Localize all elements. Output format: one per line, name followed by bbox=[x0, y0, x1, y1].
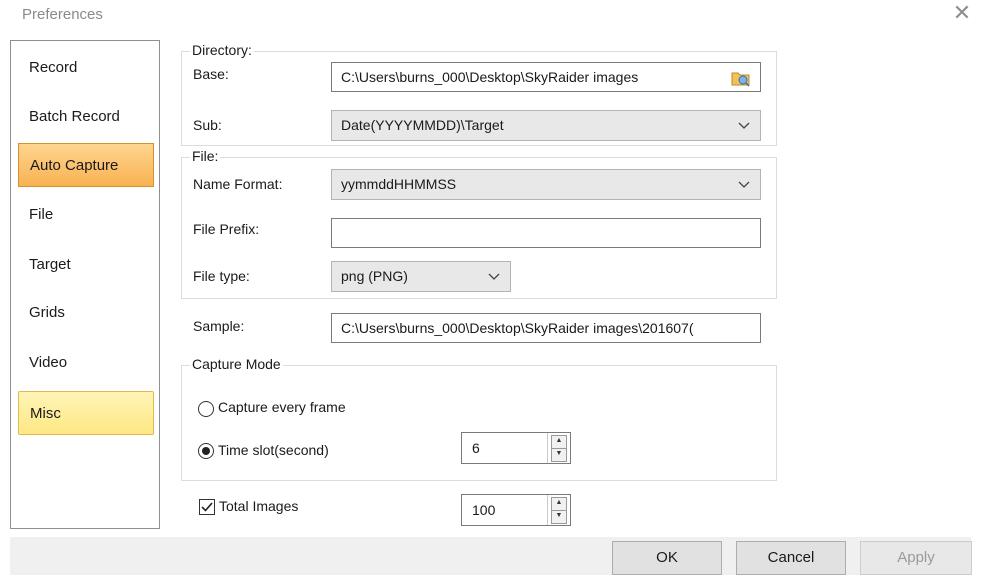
total-images-value: 100 bbox=[472, 502, 496, 518]
capture-every-frame-label[interactable]: Capture every frame bbox=[218, 399, 346, 415]
close-icon[interactable]: ✕ bbox=[950, 0, 974, 26]
name-format-value: yymmddHHMMSS bbox=[341, 176, 457, 192]
spinner-arrows: ▲ ▼ bbox=[547, 433, 570, 463]
chevron-down-icon bbox=[738, 111, 750, 130]
file-type-value: png (PNG) bbox=[341, 268, 408, 284]
sidebar-item-target[interactable]: Target bbox=[18, 243, 154, 287]
spin-up-icon[interactable]: ▲ bbox=[551, 497, 567, 511]
time-slot-radio[interactable] bbox=[198, 443, 214, 459]
checkmark-icon bbox=[201, 502, 213, 512]
file-group-label: File: bbox=[190, 148, 221, 164]
sample-label: Sample: bbox=[193, 318, 245, 334]
spin-up-icon[interactable]: ▲ bbox=[551, 435, 567, 449]
sidebar-item-label: Misc bbox=[30, 405, 61, 422]
file-prefix-label: File Prefix: bbox=[193, 221, 260, 237]
total-images-spinner[interactable]: 100 ▲ ▼ bbox=[461, 494, 571, 526]
spin-down-icon[interactable]: ▼ bbox=[551, 448, 567, 462]
sidebar-item-batch-record[interactable]: Batch Record bbox=[18, 95, 154, 139]
sidebar-item-video[interactable]: Video bbox=[18, 341, 154, 385]
base-label: Base: bbox=[193, 66, 229, 82]
window-title: Preferences bbox=[22, 6, 103, 23]
apply-button[interactable]: Apply bbox=[860, 541, 972, 575]
sidebar-item-label: Grids bbox=[29, 304, 65, 321]
capture-every-frame-radio[interactable] bbox=[198, 401, 214, 417]
sidebar-item-auto-capture[interactable]: Auto Capture bbox=[18, 143, 154, 187]
base-path-field[interactable]: C:\Users\burns_000\Desktop\SkyRaider ima… bbox=[331, 62, 761, 92]
file-prefix-input[interactable] bbox=[331, 218, 761, 248]
name-format-dropdown[interactable]: yymmddHHMMSS bbox=[331, 169, 761, 200]
folder-browse-icon[interactable] bbox=[731, 68, 751, 87]
sub-dropdown-value: Date(YYYYMMDD)\Target bbox=[341, 117, 504, 133]
sidebar-item-label: File bbox=[29, 206, 54, 223]
time-slot-label[interactable]: Time slot(second) bbox=[218, 442, 329, 458]
chevron-down-icon bbox=[488, 262, 500, 281]
ok-button[interactable]: OK bbox=[612, 541, 722, 575]
sidebar-item-record[interactable]: Record bbox=[18, 46, 154, 90]
base-path-value: C:\Users\burns_000\Desktop\SkyRaider ima… bbox=[341, 69, 639, 85]
sub-dropdown[interactable]: Date(YYYYMMDD)\Target bbox=[331, 110, 761, 141]
chevron-down-icon bbox=[738, 170, 750, 189]
sidebar-item-label: Batch Record bbox=[29, 108, 120, 125]
cancel-button[interactable]: Cancel bbox=[736, 541, 846, 575]
time-slot-value: 6 bbox=[472, 440, 480, 456]
capture-mode-group-label: Capture Mode bbox=[190, 356, 283, 372]
sub-label: Sub: bbox=[193, 117, 222, 133]
total-images-checkbox[interactable] bbox=[199, 499, 215, 515]
name-format-label: Name Format: bbox=[193, 176, 283, 192]
spin-down-icon[interactable]: ▼ bbox=[551, 510, 567, 524]
sample-path-field[interactable]: C:\Users\burns_000\Desktop\SkyRaider ima… bbox=[331, 313, 761, 343]
spinner-arrows: ▲ ▼ bbox=[547, 495, 570, 525]
radio-selected-dot bbox=[202, 447, 210, 455]
total-images-label[interactable]: Total Images bbox=[219, 498, 298, 514]
file-type-dropdown[interactable]: png (PNG) bbox=[331, 261, 511, 292]
sidebar-item-label: Video bbox=[29, 354, 68, 371]
sidebar-item-label: Auto Capture bbox=[30, 157, 119, 174]
sidebar-item-label: Target bbox=[29, 256, 71, 273]
sidebar-item-label: Record bbox=[29, 59, 78, 76]
time-slot-spinner[interactable]: 6 ▲ ▼ bbox=[461, 432, 571, 464]
sidebar-item-grids[interactable]: Grids bbox=[18, 291, 154, 335]
sidebar-item-file[interactable]: File bbox=[18, 193, 154, 237]
directory-group-label: Directory: bbox=[190, 42, 254, 58]
sidebar-item-misc[interactable]: Misc bbox=[18, 391, 154, 435]
file-type-label: File type: bbox=[193, 268, 250, 284]
sidebar: Record Batch Record Auto Capture File Ta… bbox=[10, 40, 160, 529]
